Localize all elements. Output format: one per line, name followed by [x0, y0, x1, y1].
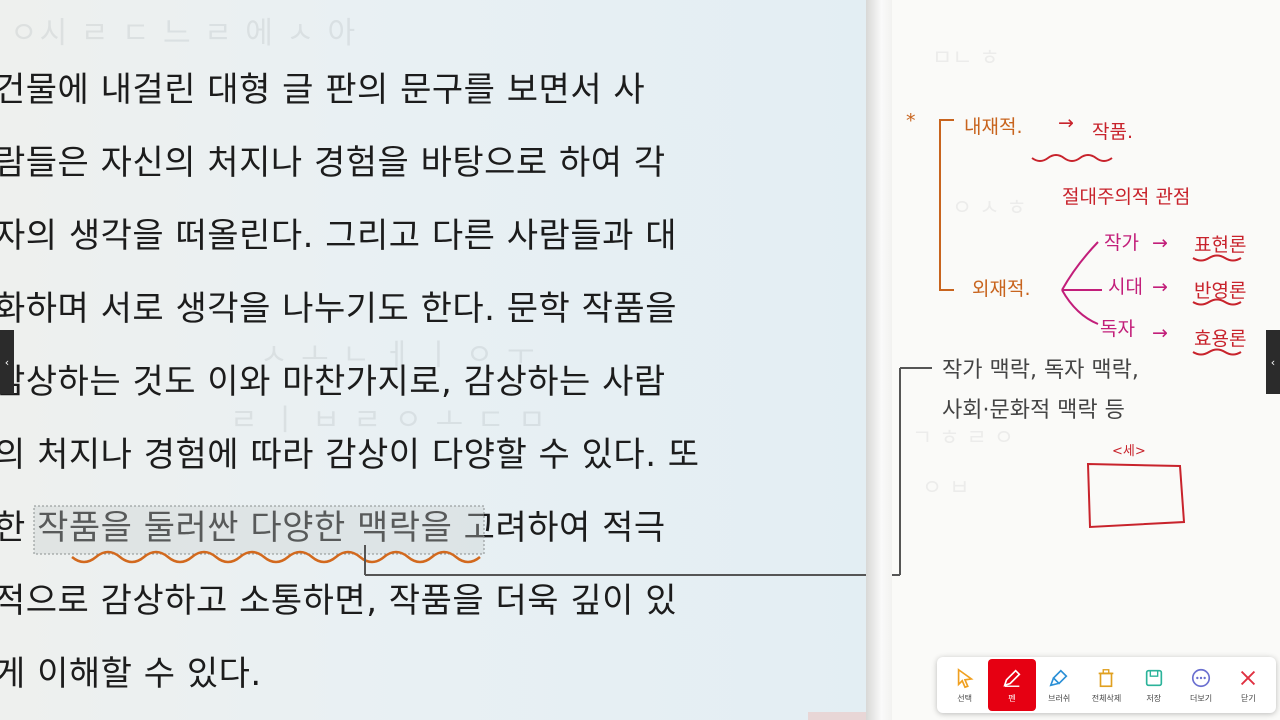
right-page: ㅁㄴ ㅎ ㅇ ㅅ ㅎ ㄱ ㅎ ㄹ ㅇ ㅇ ㅂ 작가 맥락, 독자 맥락, 사회·…	[892, 0, 1280, 720]
tool-label: 닫기	[1240, 693, 1256, 703]
page-edge-decoration	[808, 712, 866, 720]
annotation-underline	[33, 505, 866, 576]
close-button[interactable]: 닫기	[1225, 659, 1272, 711]
prev-page-button[interactable]: ‹	[0, 330, 14, 394]
trash-icon	[1099, 668, 1114, 687]
more-button[interactable]: 더보기	[1177, 659, 1224, 711]
save-icon	[1145, 669, 1162, 686]
era-label: 시대	[1108, 276, 1143, 298]
cursor-icon	[957, 667, 974, 688]
author-label: 작가	[1104, 232, 1139, 254]
absolutist-label: 절대주의적 관점	[1062, 186, 1191, 208]
tool-label: 브러쉬	[1048, 693, 1071, 703]
arrow-reader: →	[1152, 322, 1168, 344]
arrow-era: →	[1152, 276, 1168, 298]
brush-icon	[1049, 668, 1068, 687]
internal-label: 내재적.	[964, 116, 1023, 138]
internal-arrow: →	[1058, 112, 1074, 134]
work-underline	[1031, 154, 1113, 162]
clear-all-button[interactable]: 전체삭제	[1083, 659, 1130, 711]
reader-label: 독자	[1100, 318, 1135, 340]
handwriting-strokes	[939, 119, 1242, 529]
tool-label: 더보기	[1190, 693, 1213, 703]
pen-tool-button[interactable]: 펜	[988, 659, 1036, 711]
external-label: 외재적.	[972, 278, 1031, 300]
book-spine	[866, 0, 892, 720]
phrase-highlight-box	[33, 505, 485, 555]
drawn-box	[1086, 462, 1186, 529]
next-page-button[interactable]: ‹	[1266, 330, 1280, 394]
save-button[interactable]: 저장	[1130, 659, 1177, 711]
brush-tool-button[interactable]: 브러쉬	[1036, 659, 1083, 711]
star-mark: *	[906, 110, 916, 132]
more-icon	[1191, 668, 1211, 687]
author-view-label: 표현론	[1194, 234, 1247, 256]
textbook-page: ㅇ시 ㄹ ㄷ 느 ㄹ 에 ㅅ 아 ㅅ ㅗ ㄴ ㅔ ㅣ ㅇ ㅜ ㄹ ㅣ ㅂ ㄹ ㅇ…	[0, 0, 866, 720]
tool-label: 선택	[957, 693, 972, 703]
pen-icon	[1003, 668, 1021, 687]
work-label: 작품.	[1092, 121, 1133, 143]
annotation-toolbar: 선택 펜 브러쉬 전체삭제 저장 더보기 닫기	[937, 657, 1276, 713]
select-tool-button[interactable]: 선택	[941, 659, 988, 711]
close-icon	[1241, 670, 1256, 685]
arrow-author: →	[1152, 232, 1168, 254]
reader-view-label: 효용론	[1194, 328, 1247, 350]
branch-reader	[1061, 289, 1099, 325]
branch-author	[1061, 241, 1099, 291]
bracket-stroke	[939, 119, 954, 291]
box-label: <세>	[1112, 444, 1146, 459]
tool-label: 전체삭제	[1091, 693, 1122, 703]
tool-label: 저장	[1146, 693, 1162, 703]
era-view-label: 반영론	[1194, 280, 1247, 302]
tool-label: 펜	[1008, 693, 1016, 703]
